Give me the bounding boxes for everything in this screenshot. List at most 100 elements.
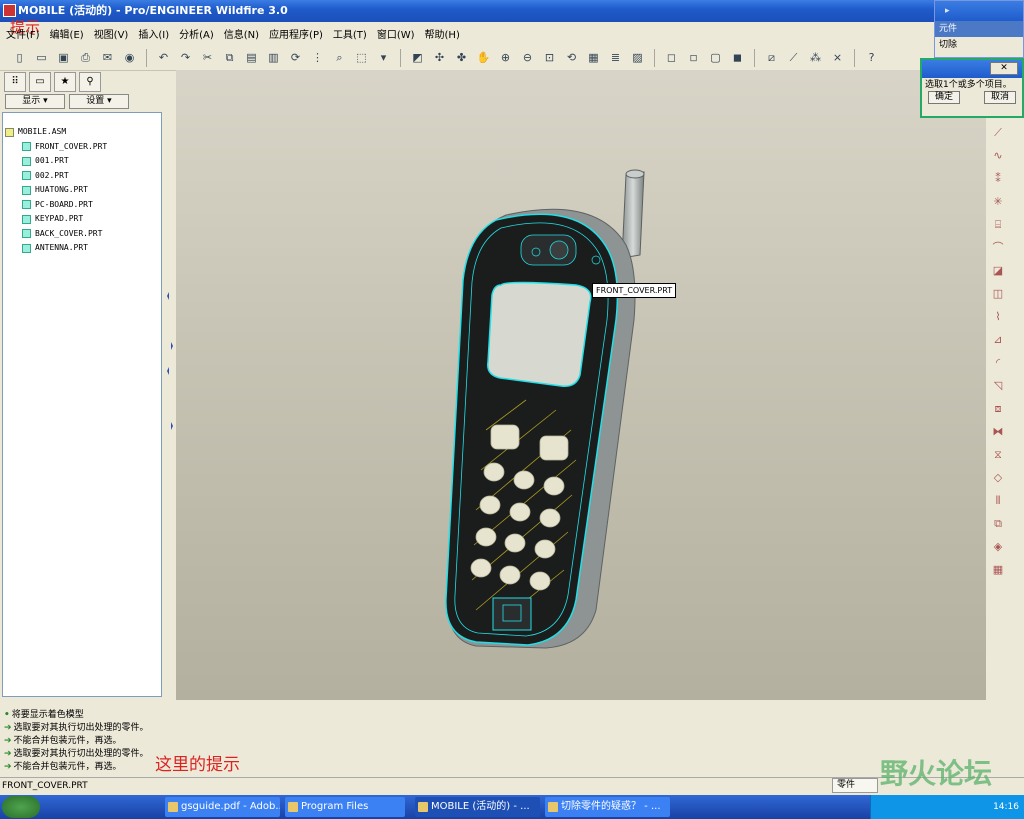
datum-axes-icon[interactable]: ⟋	[784, 48, 803, 67]
tree-item[interactable]: 002.PRT	[5, 169, 159, 184]
send-icon[interactable]: ✉	[98, 48, 117, 67]
zoom-out-icon[interactable]: ⊖	[518, 48, 537, 67]
menu-item-cut[interactable]: 切除	[935, 37, 1023, 53]
shading-icon[interactable]: ◼	[728, 48, 747, 67]
tree-item[interactable]: ANTENNA.PRT	[5, 241, 159, 256]
datum-axis-tool-icon[interactable]: ⟋	[988, 123, 1008, 143]
offset-icon[interactable]: ⫴	[988, 491, 1008, 511]
regen-manager-icon[interactable]: ⋮	[308, 48, 327, 67]
undo-icon[interactable]: ↶	[154, 48, 173, 67]
menu-tools[interactable]: 工具(T)	[333, 27, 367, 45]
merge-icon[interactable]: ⧖	[988, 445, 1008, 465]
view-manager-icon[interactable]: ▨	[628, 48, 647, 67]
save-icon[interactable]: ▣	[54, 48, 73, 67]
tree-item-root[interactable]: MOBILE.ASM	[5, 125, 159, 140]
select-box-icon[interactable]: ⬚	[352, 48, 371, 67]
blend-icon[interactable]: ⊿	[988, 330, 1008, 350]
panel-splitter[interactable]	[164, 72, 176, 700]
task-label: MOBILE (活动的) - ...	[431, 801, 530, 812]
layers-icon[interactable]: ≣	[606, 48, 625, 67]
revolve-icon[interactable]: ◫	[988, 284, 1008, 304]
copy-icon[interactable]: ⧉	[220, 48, 239, 67]
folder-browser-tab-icon[interactable]: ▭	[29, 72, 51, 92]
mirror-icon[interactable]: ⧓	[988, 422, 1008, 442]
toolbar-separator	[654, 48, 655, 67]
task-browser[interactable]: 切除零件的疑惑？ - ...	[545, 797, 670, 817]
menu-edit[interactable]: 编辑(E)	[50, 27, 84, 45]
tree-item[interactable]: HUATONG.PRT	[5, 183, 159, 198]
graphics-window[interactable]	[176, 70, 986, 700]
wireframe-icon[interactable]: ◻	[662, 48, 681, 67]
menu-applications[interactable]: 应用程序(P)	[269, 27, 323, 45]
trim-icon[interactable]: ◇	[988, 468, 1008, 488]
coord-systems-icon[interactable]: ⨯	[828, 48, 847, 67]
menu-file[interactable]: 文件(F)	[6, 27, 40, 45]
tree-item[interactable]: BACK_COVER.PRT	[5, 227, 159, 242]
regenerate-icon[interactable]: ⟳	[286, 48, 305, 67]
menu-item-component[interactable]: 元件	[935, 21, 1023, 37]
tree-item-label: 001.PRT	[35, 156, 69, 165]
show-button[interactable]: 显示 ▾	[5, 94, 65, 109]
ok-button[interactable]: 确定	[928, 91, 960, 104]
find-icon[interactable]: ⌕	[330, 48, 349, 67]
pan-icon[interactable]: ✋	[474, 48, 493, 67]
coord-sys-tool-icon[interactable]: ✳	[988, 192, 1008, 212]
datum-point-tool-icon[interactable]: ⁑	[988, 169, 1008, 189]
clock[interactable]: 14:16	[993, 802, 1019, 812]
sketched-curve-icon[interactable]: ∿	[988, 146, 1008, 166]
saved-views-icon[interactable]: ▦	[584, 48, 603, 67]
refit-icon[interactable]: ⊡	[540, 48, 559, 67]
tree-item[interactable]: FRONT_COVER.PRT	[5, 140, 159, 155]
task-pdf[interactable]: gsguide.pdf - Adob...	[165, 797, 280, 817]
task-proe[interactable]: MOBILE (活动的) - ...	[415, 797, 540, 817]
chevron-down-icon[interactable]: ▾	[374, 48, 393, 67]
tree-item[interactable]: 001.PRT	[5, 154, 159, 169]
menu-help[interactable]: 帮助(H)	[425, 27, 460, 45]
no-hidden-icon[interactable]: ▢	[706, 48, 725, 67]
repaint-icon[interactable]: ◩	[408, 48, 427, 67]
thicken-icon[interactable]: ⧉	[988, 514, 1008, 534]
print-icon[interactable]: ⎙	[76, 48, 95, 67]
menu-insert[interactable]: 插入(I)	[138, 27, 169, 45]
new-icon[interactable]: ▯	[10, 48, 29, 67]
selection-filter[interactable]: 零件	[832, 778, 878, 793]
sketch-tool-icon[interactable]: ⌒	[988, 238, 1008, 258]
favorites-tab-icon[interactable]: ★	[54, 72, 76, 92]
hidden-line-icon[interactable]: ◽	[684, 48, 703, 67]
orient-icon[interactable]: ✤	[452, 48, 471, 67]
sweep-icon[interactable]: ⌇	[988, 307, 1008, 327]
model-tree-tab-icon[interactable]: ⠿	[4, 72, 26, 92]
task-folder[interactable]: Program Files	[285, 797, 405, 817]
extrude-icon[interactable]: ◪	[988, 261, 1008, 281]
paste-icon[interactable]: ▤	[242, 48, 261, 67]
menu-view[interactable]: 视图(V)	[94, 27, 129, 45]
redo-icon[interactable]: ↷	[176, 48, 195, 67]
menu-analysis[interactable]: 分析(A)	[179, 27, 214, 45]
tree-item[interactable]: PC-BOARD.PRT	[5, 198, 159, 213]
datum-points-icon[interactable]: ⁂	[806, 48, 825, 67]
open-icon[interactable]: ▭	[32, 48, 51, 67]
start-button[interactable]	[2, 796, 40, 818]
zoom-in-icon[interactable]: ⊕	[496, 48, 515, 67]
tree-item[interactable]: KEYPAD.PRT	[5, 212, 159, 227]
context-help-icon[interactable]: ?	[862, 48, 881, 67]
menu-info[interactable]: 信息(N)	[224, 27, 259, 45]
reorient-icon[interactable]: ⟲	[562, 48, 581, 67]
solidify-icon[interactable]: ◈	[988, 537, 1008, 557]
paste-special-icon[interactable]: ▥	[264, 48, 283, 67]
part-icon	[22, 214, 31, 224]
round-icon[interactable]: ◜	[988, 353, 1008, 373]
disk-icon[interactable]: ◉	[120, 48, 139, 67]
datum-planes-icon[interactable]: ⧄	[762, 48, 781, 67]
spin-center-icon[interactable]: ✣	[430, 48, 449, 67]
connections-tab-icon[interactable]: ⚲	[79, 72, 101, 92]
close-icon[interactable]: ✕	[990, 62, 1018, 75]
menu-window[interactable]: 窗口(W)	[377, 27, 415, 45]
chamfer-icon[interactable]: ◹	[988, 376, 1008, 396]
analysis-feature-icon[interactable]: ⌸	[988, 215, 1008, 235]
cancel-button[interactable]: 取消	[984, 91, 1016, 104]
settings-button[interactable]: 设置 ▾	[69, 94, 129, 109]
table-icon[interactable]: ▦	[988, 560, 1008, 580]
cut-icon[interactable]: ✂	[198, 48, 217, 67]
pattern-icon[interactable]: ⧈	[988, 399, 1008, 419]
